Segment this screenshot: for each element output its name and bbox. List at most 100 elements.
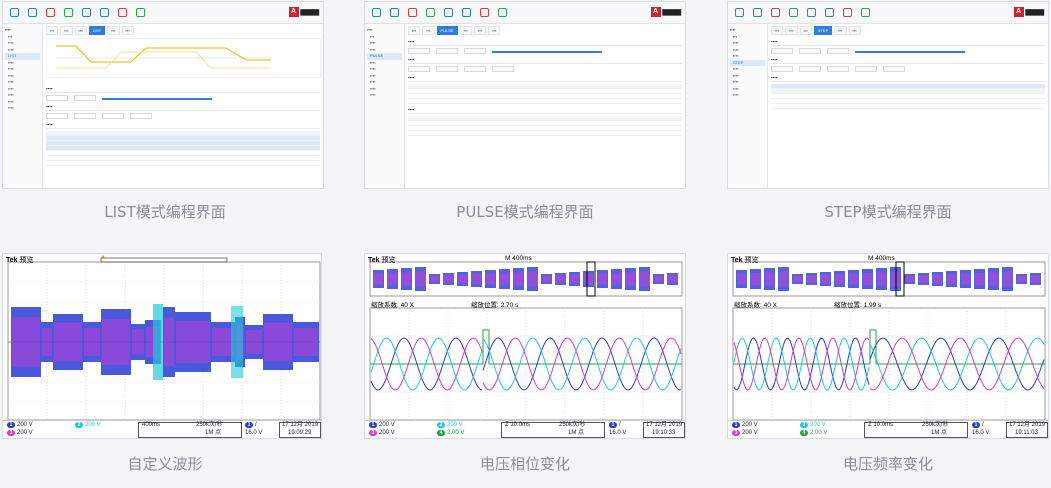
- field-input[interactable]: [436, 48, 458, 54]
- connect-icon: [807, 8, 816, 17]
- scope-frequency-change: Tek 预览 M 400ms 缩放系数: 40 X 缩放位置: 1.99 s 1…: [727, 253, 1049, 439]
- settings-button[interactable]: [97, 8, 112, 17]
- overview-burst-ch3: [584, 274, 593, 284]
- table-row[interactable]: [771, 104, 1045, 109]
- record-icon: [118, 8, 127, 17]
- field-input[interactable]: [436, 66, 458, 72]
- field-input[interactable]: [408, 48, 430, 54]
- field-input[interactable]: [771, 66, 793, 72]
- settings-button[interactable]: [459, 8, 474, 17]
- field-row: [771, 66, 1045, 72]
- overview-burst-ch3: [514, 272, 523, 286]
- field-input[interactable]: [799, 48, 821, 54]
- tab[interactable]: ▪▪▪: [785, 26, 798, 35]
- record-button[interactable]: [115, 8, 130, 17]
- field-input[interactable]: [464, 48, 486, 54]
- tab-step[interactable]: STEP: [813, 26, 833, 35]
- overview-burst-ch3: [849, 273, 858, 285]
- list-waveform-preview: [45, 37, 322, 79]
- field-input[interactable]: [771, 48, 793, 54]
- waveform-burst-ch3: [132, 329, 144, 355]
- field-input[interactable]: [130, 113, 152, 119]
- overview-burst-ch3: [793, 276, 802, 282]
- overview-burst-ch3: [388, 273, 397, 285]
- sidebar-item[interactable]: ▪▪▪▪: [5, 105, 40, 112]
- run-button[interactable]: [750, 8, 765, 17]
- tab[interactable]: ▪▪▪: [834, 26, 847, 35]
- connect-icon: [444, 8, 453, 17]
- run-button[interactable]: [387, 8, 402, 17]
- chart-button[interactable]: [133, 8, 148, 17]
- reset-button[interactable]: [423, 8, 438, 17]
- tab[interactable]: ▪▪▪: [408, 26, 421, 35]
- menu-button[interactable]: [7, 8, 22, 17]
- reset-button[interactable]: [786, 8, 801, 17]
- tab[interactable]: ▪▪▪: [46, 26, 59, 35]
- table-row[interactable]: [408, 131, 682, 136]
- channel-3-icon: 3: [7, 430, 15, 436]
- sidebar-item[interactable]: ▪▪▪▪: [730, 92, 765, 99]
- section-header: ▪▪▪▪: [408, 38, 682, 46]
- section-header: ▪▪▪▪: [408, 106, 682, 114]
- overview-burst-ch3: [737, 273, 746, 285]
- tab[interactable]: ▪▪▪: [848, 26, 861, 35]
- field-input[interactable]: [464, 66, 486, 72]
- field-input[interactable]: [74, 95, 96, 101]
- tab[interactable]: ▪▪▪: [422, 26, 435, 35]
- field-input[interactable]: [883, 66, 905, 72]
- connect-button[interactable]: [79, 8, 94, 17]
- tab[interactable]: ▪▪▪: [488, 26, 501, 35]
- table-row[interactable]: [46, 161, 320, 166]
- overview-burst-ch3: [947, 274, 956, 284]
- tab[interactable]: ▪▪▪: [799, 26, 812, 35]
- tab[interactable]: ▪▪▪: [473, 26, 487, 35]
- field-input[interactable]: [827, 66, 849, 72]
- ch2-scale: 200 V: [447, 422, 463, 428]
- overview-burst-ch3: [458, 274, 467, 284]
- field-input[interactable]: [827, 48, 849, 54]
- field-input[interactable]: [102, 113, 124, 119]
- run-button[interactable]: [25, 8, 40, 17]
- table-row[interactable]: [408, 99, 682, 104]
- channel-1-icon: 1: [732, 422, 740, 428]
- stop-button[interactable]: [768, 8, 783, 17]
- caption-list-mode: LIST模式编程界面: [104, 203, 226, 221]
- stop-button[interactable]: [405, 8, 420, 17]
- stop-button[interactable]: [43, 8, 58, 17]
- tab[interactable]: ▪▪▪: [771, 26, 784, 35]
- sidebar-item[interactable]: ▪▪▪▪: [367, 92, 402, 99]
- overview-burst-ch3: [751, 273, 760, 285]
- menu-button[interactable]: [732, 8, 747, 17]
- connect-button[interactable]: [441, 8, 456, 17]
- connect-button[interactable]: [804, 8, 819, 17]
- tab-list[interactable]: LIST: [88, 26, 106, 35]
- waveform-burst-ch3: [42, 328, 52, 356]
- tab[interactable]: ▪▪▪: [74, 26, 87, 35]
- menu-button[interactable]: [369, 8, 384, 17]
- field-input[interactable]: [74, 113, 96, 119]
- tab[interactable]: ▪▪▪: [459, 26, 472, 35]
- field-input[interactable]: [408, 66, 430, 72]
- record-button[interactable]: [477, 8, 492, 17]
- chart-button[interactable]: [858, 8, 873, 17]
- overview-burst-ch3: [500, 273, 509, 285]
- field-input[interactable]: [46, 95, 68, 101]
- record-button[interactable]: [840, 8, 855, 17]
- field-input[interactable]: [46, 113, 68, 119]
- field-input[interactable]: [492, 66, 514, 72]
- chart-button[interactable]: [495, 8, 510, 17]
- record-icon: [843, 8, 852, 17]
- list-mode-screenshot: A ▇▇▇▇ ▪▪▪▪ ▪▪▪ ▪▪▪▪ ▪▪▪▪ LIST ▪▪▪▪ ▪▪▪▪ …: [2, 1, 324, 189]
- tab[interactable]: ▪▪▪: [121, 26, 134, 35]
- settings-button[interactable]: [822, 8, 837, 17]
- mode-label: 预览: [381, 257, 396, 264]
- overview-burst-ch3: [1031, 275, 1040, 283]
- brand-logo: A ▇▇▇▇: [1013, 7, 1044, 17]
- tab-pulse[interactable]: PULSE: [436, 26, 458, 35]
- tab[interactable]: ▪▪▪: [60, 26, 73, 35]
- field-input[interactable]: [855, 66, 877, 72]
- tab[interactable]: ▪▪▪: [107, 26, 120, 35]
- field-input[interactable]: [799, 66, 821, 72]
- field-row: [46, 95, 320, 101]
- reset-button[interactable]: [61, 8, 76, 17]
